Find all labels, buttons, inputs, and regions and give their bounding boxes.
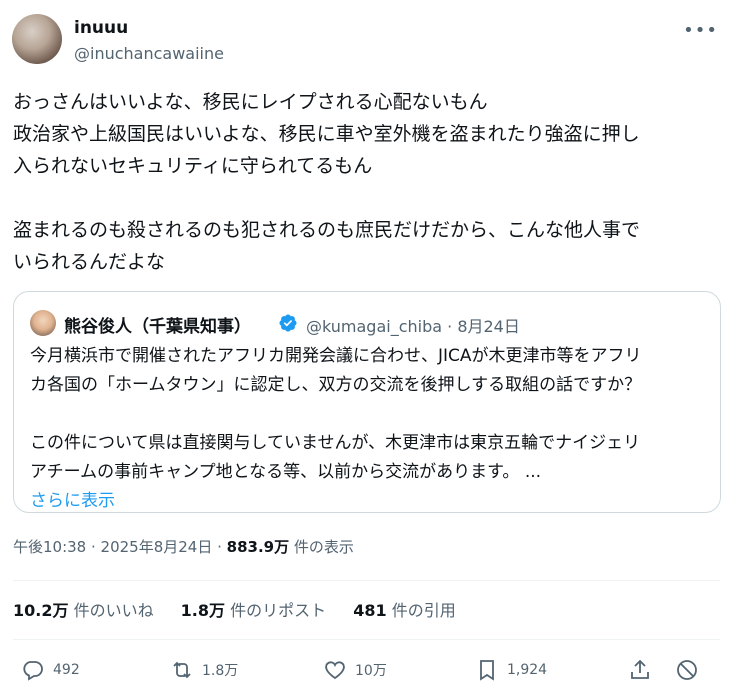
- engagement-stats: 10.2万 件のいいね 1.8万 件のリポスト 481 件の引用: [13, 597, 478, 621]
- block-button[interactable]: [675, 654, 707, 686]
- quotes-stat[interactable]: 481 件の引用: [353, 601, 456, 620]
- quoted-line: カ各国の「ホームタウン」に認定し、双方の交流を後押しする取組の話ですか？: [30, 375, 642, 395]
- divider: [13, 639, 720, 640]
- block-icon: [677, 660, 697, 680]
- post-line: おっさんはいいよな、移民にレイプされる心配ないもん: [13, 91, 488, 113]
- views-label: 件の表示: [289, 538, 354, 556]
- post-line: 政治家や上級国民はいいよな、移民に車や室外機を盗まれたり強盗に押し: [13, 123, 640, 145]
- bookmark-icon: [480, 660, 494, 681]
- repost-icon: [173, 661, 191, 679]
- verified-badge-icon: [279, 314, 297, 332]
- reply-icon: [23, 661, 43, 681]
- quoted-avatar: [30, 310, 56, 336]
- quoted-line: この件について県は直接関与していませんが、木更津市は東京五輪でナイジェリ: [30, 433, 641, 453]
- post-line: いられるんだよな: [13, 251, 166, 273]
- quoted-author-name: 熊谷俊人（千葉県知事）: [64, 317, 251, 337]
- post-line: 盗まれるのも殺されるのも犯されるのも庶民だけだから、こんな他人事で: [13, 219, 641, 241]
- reply-count: 492: [53, 662, 80, 678]
- quoted-text: 今月横浜市で開催されたアフリカ開発会議に合わせ、JICAが木更津市等をアフリ カ…: [30, 342, 710, 516]
- more-icon[interactable]: •••: [683, 20, 718, 41]
- action-bar: 492 1.8万 10万 1,924: [13, 654, 720, 686]
- quoted-handle-date: @kumagai_chiba · 8月24日: [306, 317, 520, 336]
- views-count: 883.9万: [226, 538, 290, 556]
- like-icon: [325, 661, 345, 680]
- quoted-line: アチームの事前キャンプ地となる等、以前から交流があります。 ...: [30, 462, 542, 482]
- reply-button[interactable]: 492: [21, 654, 80, 686]
- show-more-link[interactable]: さらに表示: [30, 491, 115, 511]
- reposts-stat[interactable]: 1.8万 件のリポスト: [181, 601, 326, 620]
- timestamp[interactable]: 午後10:38 · 2025年8月24日 ·: [13, 538, 227, 556]
- likes-stat[interactable]: 10.2万 件のいいね: [13, 601, 154, 620]
- quoted-post-header: 熊谷俊人（千葉県知事） @kumagai_chiba · 8月24日: [30, 310, 700, 337]
- quoted-post[interactable]: 熊谷俊人（千葉県知事） @kumagai_chiba · 8月24日 今月横浜市…: [13, 291, 721, 513]
- bookmark-button[interactable]: 1,924: [475, 654, 547, 686]
- repost-count: 1.8万: [202, 663, 239, 679]
- post-meta: 午後10:38 · 2025年8月24日 · 883.9万 件の表示: [13, 536, 354, 557]
- post-text: おっさんはいいよな、移民にレイプされる心配ないもん 政治家や上級国民はいいよな、…: [13, 86, 721, 278]
- share-icon: [631, 659, 649, 679]
- repost-button[interactable]: 1.8万: [170, 654, 238, 686]
- quoted-line: 今月横浜市で開催されたアフリカ開発会議に合わせ、JICAが木更津市等をアフリ: [30, 346, 642, 366]
- like-count: 10万: [355, 663, 387, 679]
- avatar[interactable]: [12, 14, 62, 64]
- like-button[interactable]: 10万: [323, 654, 387, 686]
- post-header: inuuu @inuchancawaiine •••: [12, 14, 720, 66]
- author-name[interactable]: inuuu: [74, 18, 128, 38]
- post-line: 入られないセキュリティに守られてるもん: [13, 155, 373, 177]
- share-button[interactable]: [628, 654, 660, 686]
- divider: [13, 580, 720, 581]
- author-handle[interactable]: @inuchancawaiine: [74, 44, 224, 63]
- bookmark-count: 1,924: [507, 662, 548, 678]
